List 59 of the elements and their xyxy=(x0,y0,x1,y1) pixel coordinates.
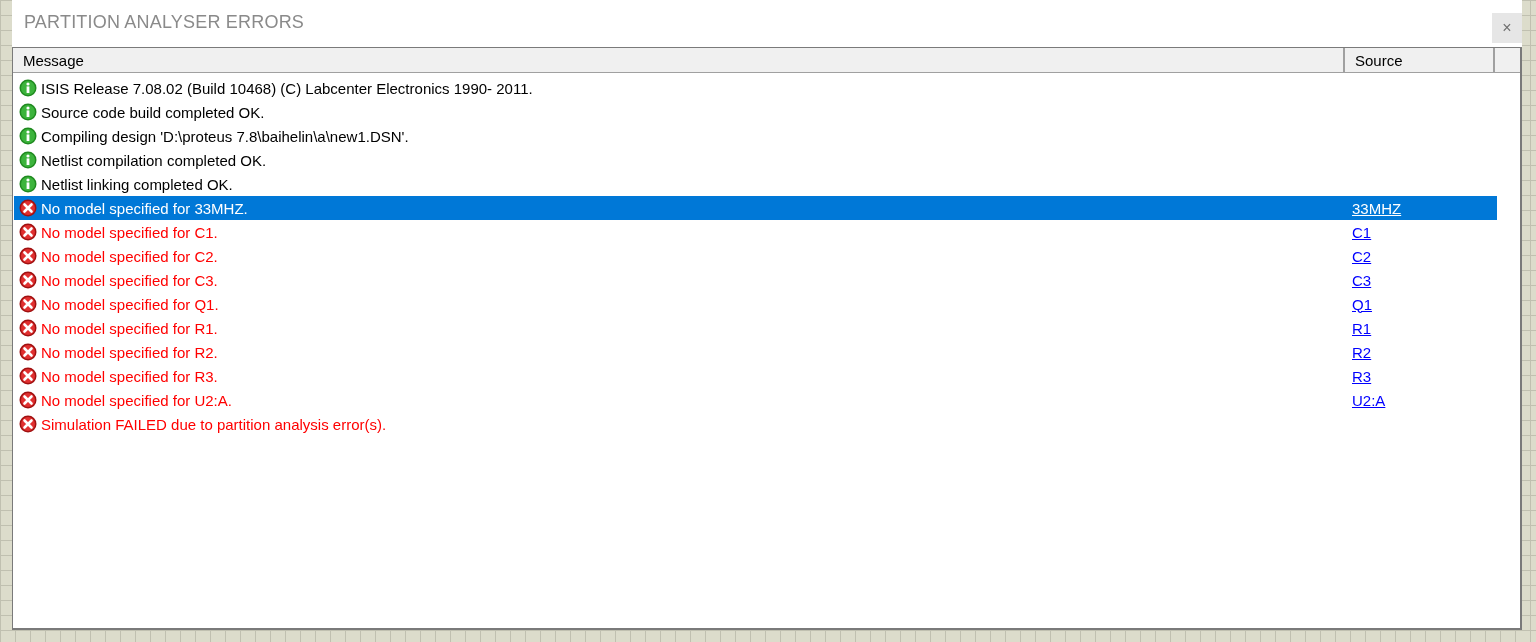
message-text: Simulation FAILED due to partition analysis error(s). xyxy=(41,415,388,433)
message-text: No model specified for C1. xyxy=(41,223,219,241)
source-link[interactable]: C3 xyxy=(1352,271,1372,289)
info-icon xyxy=(19,175,37,193)
error-icon xyxy=(19,223,37,241)
list-row[interactable]: No model specified for R3. R3 xyxy=(14,364,1497,388)
error-icon xyxy=(19,343,37,361)
list-row[interactable]: ISIS Release 7.08.02 (Build 10468) (C) Labcenter Electronics 1990- 2011. xyxy=(14,76,1497,100)
source-link[interactable]: 33MHZ xyxy=(1352,199,1402,217)
list-row[interactable]: Source code build completed OK. xyxy=(14,100,1497,124)
header-filler xyxy=(1495,48,1520,72)
info-icon xyxy=(19,79,37,97)
source-link[interactable]: R2 xyxy=(1352,343,1372,361)
list-row[interactable]: No model specified for C2. C2 xyxy=(14,244,1497,268)
message-text: No model specified for R2. xyxy=(41,343,219,361)
list-row[interactable]: No model specified for C3. C3 xyxy=(14,268,1497,292)
message-text: Source code build completed OK. xyxy=(41,103,266,121)
error-icon xyxy=(19,295,37,313)
close-button[interactable]: × xyxy=(1492,13,1522,43)
list-row[interactable]: No model specified for R2. R2 xyxy=(14,340,1497,364)
message-text: Compiling design 'D:\proteus 7.8\baihelin\a\new1.DSN'. xyxy=(41,127,410,145)
source-link[interactable]: R3 xyxy=(1352,367,1372,385)
column-header[interactable]: Source xyxy=(1345,48,1495,72)
list-row[interactable]: Netlist linking completed OK. xyxy=(14,172,1497,196)
source-link[interactable]: R1 xyxy=(1352,319,1372,337)
message-text: Netlist linking completed OK. xyxy=(41,175,234,193)
list-row[interactable]: No model specified for U2:A. U2:A xyxy=(14,388,1497,412)
message-text: ISIS Release 7.08.02 (Build 10468) (C) Labcenter Electronics 1990- 2011. xyxy=(41,79,534,97)
error-icon xyxy=(19,391,37,409)
info-icon xyxy=(19,127,37,145)
list-row[interactable]: No model specified for 33MHZ. 33MHZ xyxy=(14,196,1497,220)
source-link[interactable]: U2:A xyxy=(1352,391,1386,409)
list-row[interactable]: Netlist compilation completed OK. xyxy=(14,148,1497,172)
message-text: Netlist compilation completed OK. xyxy=(41,151,268,169)
source-link[interactable]: Q1 xyxy=(1352,295,1372,313)
list-row[interactable]: Simulation FAILED due to partition analysis error(s). xyxy=(14,412,1497,436)
list-row[interactable]: No model specified for C1. C1 xyxy=(14,220,1497,244)
error-icon xyxy=(19,415,37,433)
info-icon xyxy=(19,151,37,169)
error-icon xyxy=(19,319,37,337)
window-title: PARTITION ANALYSER ERRORS xyxy=(24,12,305,33)
error-icon xyxy=(19,271,37,289)
message-text: No model specified for U2:A. xyxy=(41,391,233,409)
message-text: No model specified for R3. xyxy=(41,367,219,385)
info-icon xyxy=(19,103,37,121)
message-text: No model specified for 33MHZ. xyxy=(41,199,249,217)
error-icon xyxy=(19,247,37,265)
message-text: No model specified for Q1. xyxy=(41,295,220,313)
message-text: No model specified for C2. xyxy=(41,247,219,265)
column-header[interactable]: Message xyxy=(13,48,1345,72)
source-link[interactable]: C1 xyxy=(1352,223,1372,241)
source-link[interactable]: C2 xyxy=(1352,247,1372,265)
message-text: No model specified for R1. xyxy=(41,319,219,337)
error-icon xyxy=(19,367,37,385)
message-text: No model specified for C3. xyxy=(41,271,219,289)
list-row[interactable]: No model specified for Q1. Q1 xyxy=(14,292,1497,316)
list-row[interactable]: Compiling design 'D:\proteus 7.8\baihelin\a\new1.DSN'. xyxy=(14,124,1497,148)
list-row[interactable]: No model specified for R1. R1 xyxy=(14,316,1497,340)
error-icon xyxy=(19,199,37,217)
